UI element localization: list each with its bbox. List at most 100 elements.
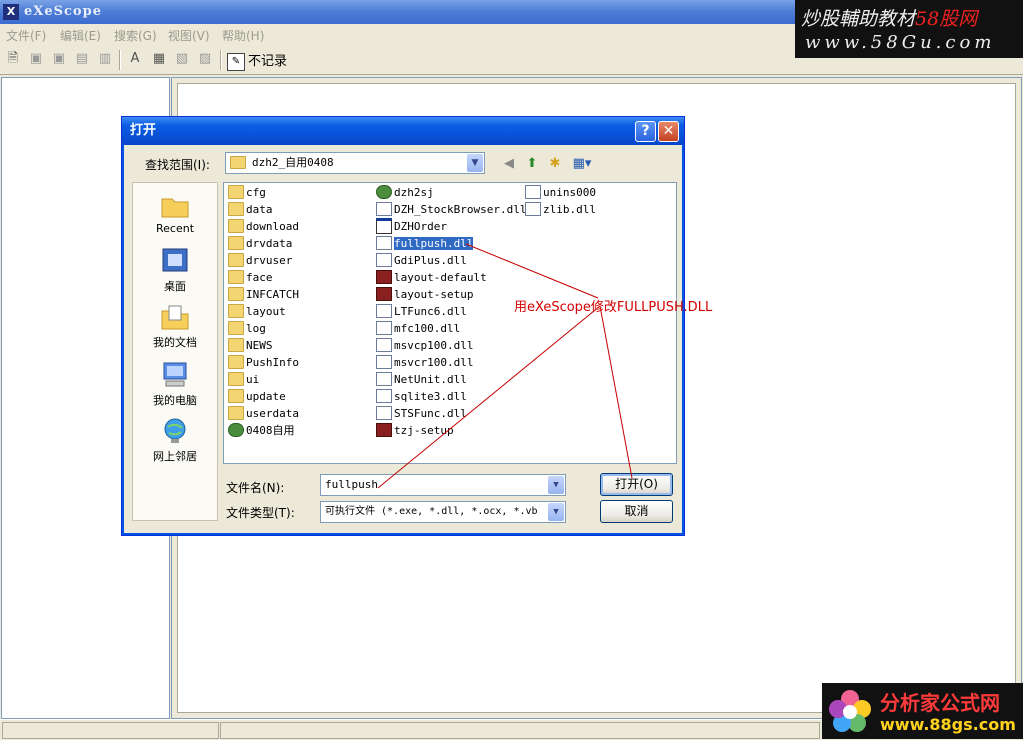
back-icon[interactable]: ◀: [499, 155, 519, 173]
close-icon[interactable]: ✕: [658, 121, 679, 142]
list-item[interactable]: GdiPlus.dll: [376, 253, 467, 269]
place-desktop[interactable]: 桌面: [133, 247, 217, 294]
place-my-computer[interactable]: 我的电脑: [133, 361, 217, 408]
watermark-bottom-line1: 分析家公式网: [880, 691, 1000, 715]
list-item[interactable]: zlib.dll: [525, 202, 596, 218]
copy-icon[interactable]: ▧: [173, 50, 191, 68]
app-icon: [376, 423, 392, 437]
place-label: 我的电脑: [153, 394, 197, 407]
watermark-top-line2: www.58Gu.com: [805, 32, 996, 53]
lookin-select[interactable]: dzh2_自用0408 ▼: [225, 152, 485, 174]
lookin-value: dzh2_自用0408: [252, 156, 334, 169]
watermark-top-line1a: 炒股輔助教材: [801, 8, 916, 30]
place-network[interactable]: 网上邻居: [133, 417, 217, 464]
list-item[interactable]: INFCATCH: [228, 287, 299, 303]
hex-icon[interactable]: ▦: [150, 50, 168, 68]
app-title: eXeScope: [24, 4, 102, 19]
save-icon[interactable]: ▣: [27, 50, 45, 68]
dll-file-icon: [376, 355, 392, 369]
list-item[interactable]: NEWS: [228, 338, 273, 354]
view-menu-icon[interactable]: ▦▾: [569, 155, 595, 173]
open-button[interactable]: 打开(O): [600, 473, 673, 496]
list-item[interactable]: mfc100.dll: [376, 321, 460, 337]
annotation-text: 用eXeScope修改FULLPUSH.DLL: [514, 300, 713, 315]
list-item[interactable]: NetUnit.dll: [376, 372, 467, 388]
my-documents-icon: [161, 305, 189, 330]
status-cell: [2, 722, 219, 739]
menu-view[interactable]: 视图(V): [168, 27, 210, 44]
list-item[interactable]: drvdata: [228, 236, 292, 252]
list-item[interactable]: face: [228, 270, 273, 286]
chevron-down-icon[interactable]: ▼: [467, 154, 483, 172]
dll-file-icon: [376, 372, 392, 386]
list-item[interactable]: STSFunc.dll: [376, 406, 467, 422]
app-icon: [376, 270, 392, 284]
filename-value: fullpush: [325, 478, 378, 491]
no-log-button[interactable]: ✎ 不记录: [227, 50, 287, 71]
filetype-select[interactable]: 可执行文件 (*.exe, *.dll, *.ocx, *.vb ▼: [320, 501, 566, 523]
file-list[interactable]: cfg data download drvdata drvuser face I…: [223, 182, 677, 464]
list-item[interactable]: tzj-setup: [376, 423, 454, 439]
list-item[interactable]: layout-default: [376, 270, 487, 286]
desktop-icon: [162, 248, 188, 272]
list-item[interactable]: drvuser: [228, 253, 292, 269]
list-item[interactable]: log: [228, 321, 266, 337]
status-cell: [220, 722, 820, 739]
place-recent[interactable]: Recent: [133, 191, 217, 235]
list-item-selected[interactable]: fullpush.dll: [376, 236, 474, 252]
list-item[interactable]: ui: [228, 372, 259, 388]
folder-icon: [228, 202, 244, 216]
list-item[interactable]: unins000: [525, 185, 596, 201]
chevron-down-icon[interactable]: ▼: [548, 503, 564, 521]
menu-file[interactable]: 文件(F): [6, 27, 46, 44]
window-icon: [376, 218, 392, 234]
folder-icon: [228, 406, 244, 420]
import-icon[interactable]: ▥: [96, 50, 114, 68]
list-item[interactable]: update: [228, 389, 286, 405]
dll-file-icon: [376, 389, 392, 403]
place-label: 网上邻居: [153, 450, 197, 463]
dll-file-icon: [376, 321, 392, 335]
list-item[interactable]: userdata: [228, 406, 299, 422]
list-item[interactable]: layout: [228, 304, 286, 320]
dll-file-icon: [376, 304, 392, 318]
open-file-icon[interactable]: 🗎: [4, 50, 22, 68]
menu-edit[interactable]: 编辑(E): [60, 27, 101, 44]
font-icon[interactable]: A: [126, 50, 144, 68]
export-icon[interactable]: ▤: [73, 50, 91, 68]
list-item[interactable]: download: [228, 219, 299, 235]
list-item[interactable]: msvcr100.dll: [376, 355, 473, 371]
list-item[interactable]: 0408自用: [228, 423, 295, 439]
list-item[interactable]: dzh2sj: [376, 185, 434, 201]
list-item[interactable]: msvcp100.dll: [376, 338, 473, 354]
list-item[interactable]: LTFunc6.dll: [376, 304, 467, 320]
network-icon: [164, 418, 186, 443]
list-item[interactable]: data: [228, 202, 273, 218]
dll-file-icon: [376, 338, 392, 352]
toolbar-separator: [119, 50, 121, 70]
filename-input[interactable]: fullpush ▼: [320, 474, 566, 496]
save-as-icon[interactable]: ▣: [50, 50, 68, 68]
folder-icon: [228, 321, 244, 335]
up-folder-icon[interactable]: ⬆: [522, 155, 542, 173]
list-item[interactable]: DZHOrder: [376, 218, 447, 235]
chevron-down-icon[interactable]: ▼: [548, 476, 564, 494]
list-item[interactable]: DZH_StockBrowser.dll: [376, 202, 526, 218]
list-item[interactable]: cfg: [228, 185, 266, 201]
menu-search[interactable]: 搜索(G): [114, 27, 157, 44]
new-folder-icon[interactable]: ✱: [545, 155, 565, 173]
place-label: Recent: [155, 222, 195, 235]
folder-icon: [228, 185, 244, 199]
dll-file-icon: [525, 202, 541, 216]
menu-help[interactable]: 帮助(H): [222, 27, 264, 44]
list-item[interactable]: layout-setup: [376, 287, 473, 303]
resource-icon[interactable]: ▨: [196, 50, 214, 68]
help-icon[interactable]: ?: [635, 121, 656, 142]
cancel-button[interactable]: 取消: [600, 500, 673, 523]
recent-folder-icon: [161, 198, 189, 218]
list-item[interactable]: sqlite3.dll: [376, 389, 467, 405]
filetype-label: 文件类型(T):: [226, 506, 295, 520]
place-my-documents[interactable]: 我的文档: [133, 303, 217, 350]
list-item[interactable]: PushInfo: [228, 355, 299, 371]
no-log-icon: ✎: [227, 52, 245, 71]
